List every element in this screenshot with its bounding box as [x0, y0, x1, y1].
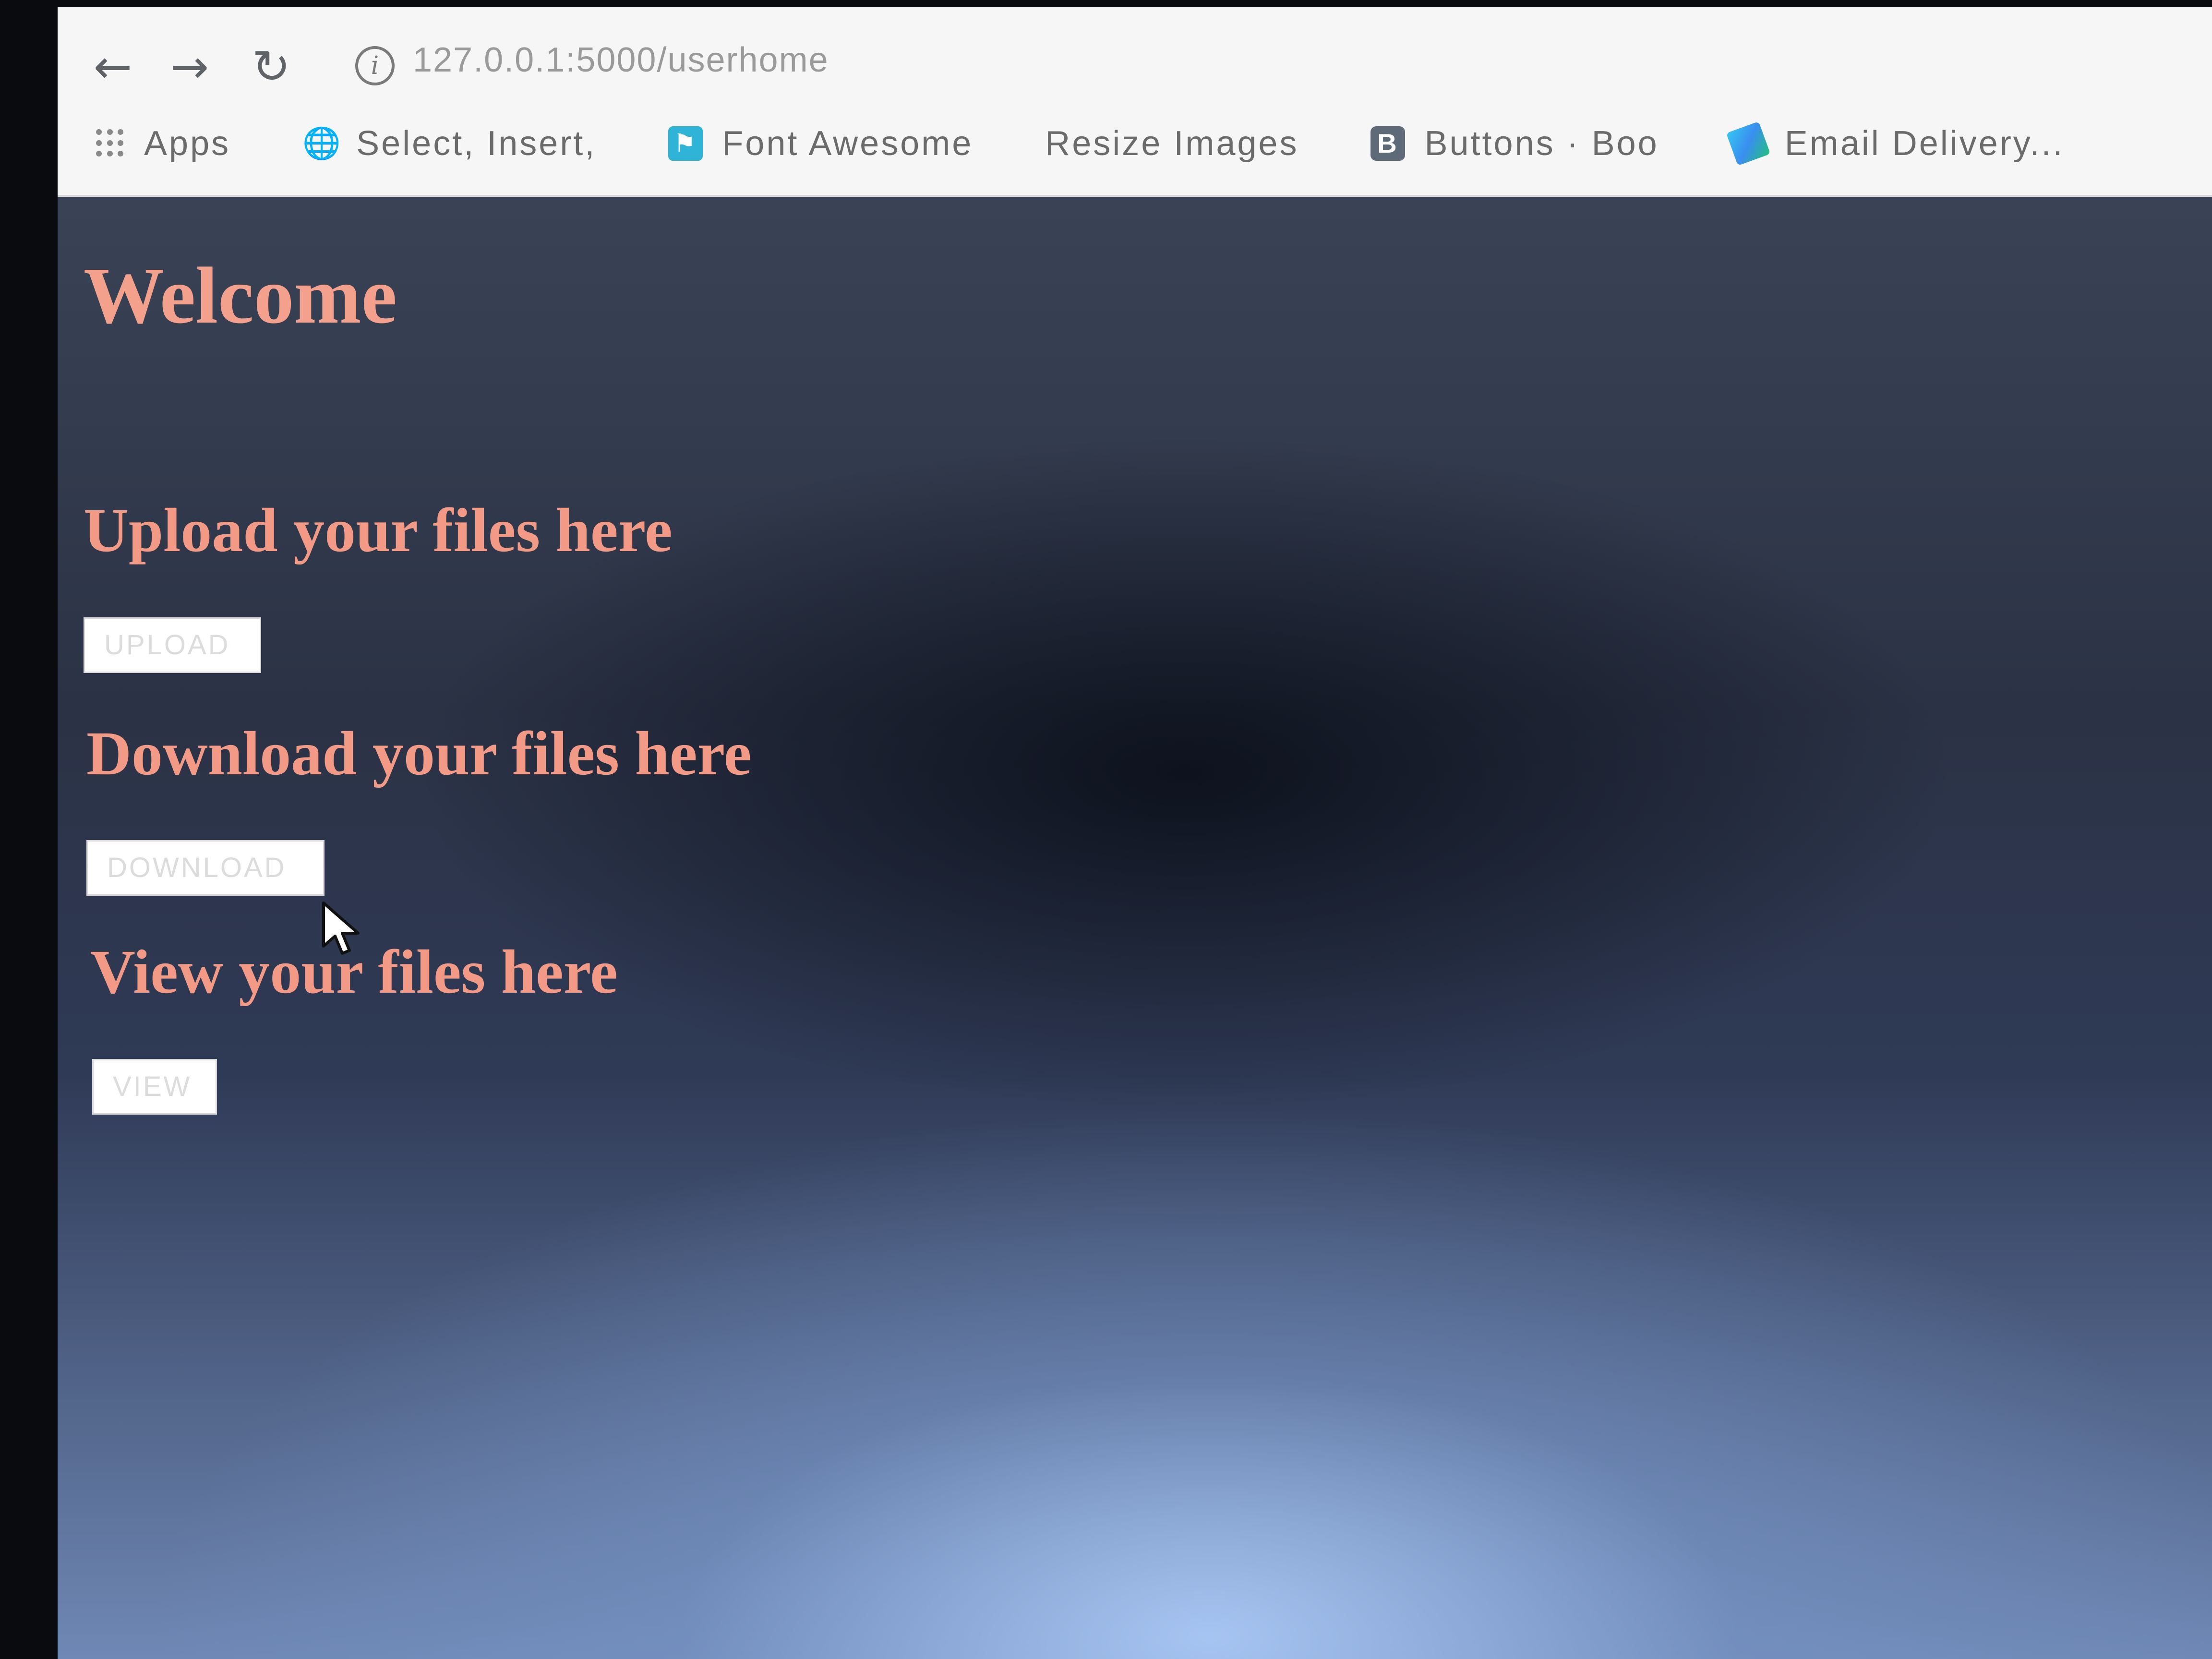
bookmark-select-insert[interactable]: 🌐 Select, Insert,: [302, 124, 596, 163]
bookmark-label: Buttons · Boo: [1424, 124, 1659, 163]
download-button[interactable]: DOWNLOAD: [86, 840, 325, 896]
bookmark-font-awesome[interactable]: ⚑ Font Awesome: [668, 124, 973, 163]
download-heading: Download your files here: [86, 719, 752, 788]
address-bar[interactable]: 127.0.0.1:5000/userhome: [413, 40, 829, 80]
page-content: Welcome Upload your files here UPLOAD Do…: [58, 197, 2212, 1659]
bookmark-label: Email Delivery...: [1784, 124, 2065, 163]
email-delivery-icon: [1726, 121, 1770, 166]
bookmark-apps[interactable]: Apps: [96, 124, 230, 163]
bookmarks-bar: Apps 🌐 Select, Insert, ⚑ Font Awesome Re…: [96, 117, 2136, 170]
bookmark-email-delivery[interactable]: Email Delivery...: [1726, 121, 2065, 166]
bookmark-buttons-bootstrap[interactable]: B Buttons · Boo: [1370, 124, 1659, 163]
reload-icon[interactable]: ↻: [245, 40, 298, 93]
bootstrap-icon: B: [1370, 126, 1406, 161]
mouse-cursor-icon: [322, 902, 360, 955]
upload-heading: Upload your files here: [84, 496, 673, 565]
bookmark-resize-images[interactable]: Resize Images: [1045, 124, 1298, 163]
bookmark-label: Apps: [144, 124, 231, 163]
page-title: Welcome: [84, 251, 397, 340]
globe-icon: 🌐: [302, 126, 343, 161]
apps-grid-icon: [96, 129, 125, 158]
browser-chrome: ← → ↻ i 127.0.0.1:5000/userhome Apps 🌐 S…: [58, 7, 2212, 197]
view-button[interactable]: VIEW: [92, 1059, 217, 1115]
bookmark-label: Select, Insert,: [356, 124, 597, 163]
font-awesome-icon: ⚑: [668, 126, 703, 161]
upload-button[interactable]: UPLOAD: [84, 617, 261, 673]
forward-arrow-icon[interactable]: →: [163, 40, 216, 93]
bookmark-label: Resize Images: [1045, 124, 1299, 163]
back-arrow-icon[interactable]: ←: [86, 40, 139, 93]
site-info-icon[interactable]: i: [355, 46, 395, 85]
screen: ← → ↻ i 127.0.0.1:5000/userhome Apps 🌐 S…: [58, 7, 2212, 1659]
bookmark-label: Font Awesome: [722, 124, 974, 163]
